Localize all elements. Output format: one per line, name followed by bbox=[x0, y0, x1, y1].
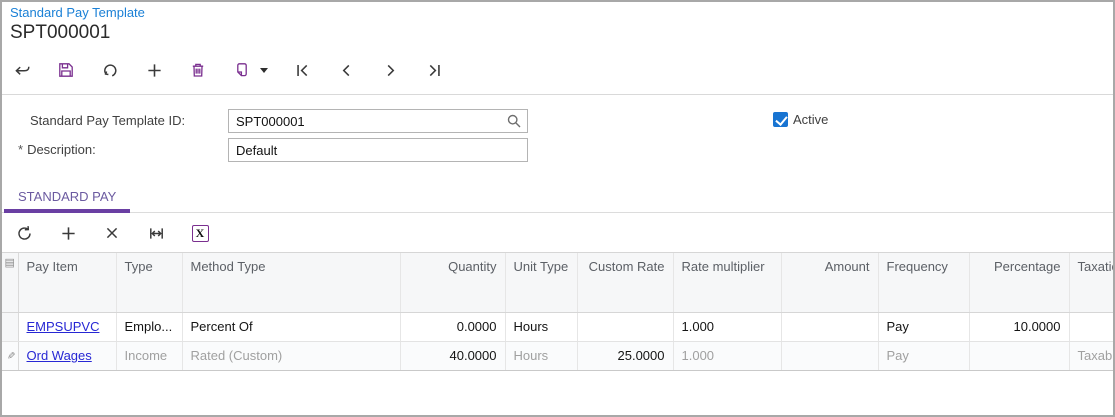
grid-cell-unit-type[interactable]: Hours bbox=[505, 341, 577, 370]
description-input[interactable] bbox=[228, 138, 528, 162]
grid-cell-rate-multiplier[interactable]: 1.000 bbox=[673, 341, 781, 370]
previous-record-button[interactable] bbox=[336, 60, 356, 80]
delete-record-button[interactable] bbox=[188, 60, 208, 80]
row-edit-pencil-icon: ✎ bbox=[4, 348, 15, 364]
undo-button[interactable] bbox=[100, 60, 120, 80]
standard-pay-template-window: Standard Pay Template SPT000001 Standard… bbox=[0, 0, 1115, 417]
clipboard-icon bbox=[233, 61, 251, 79]
page-header: Standard Pay Template SPT000001 bbox=[10, 4, 145, 45]
add-row-button[interactable] bbox=[57, 222, 79, 244]
refresh-button[interactable] bbox=[13, 222, 35, 244]
grid-cell-type[interactable]: Income bbox=[116, 341, 182, 370]
delete-row-button[interactable] bbox=[101, 222, 123, 244]
column-header-rate-multiplier[interactable]: Rate multiplier bbox=[673, 253, 781, 312]
grid-selector-header[interactable]: ▤ bbox=[2, 253, 18, 312]
next-record-button[interactable] bbox=[380, 60, 400, 80]
first-record-button[interactable] bbox=[292, 60, 312, 80]
grid-cell-type[interactable]: Emplo... bbox=[116, 312, 182, 341]
pay-item-link[interactable]: EMPSUPVC bbox=[27, 319, 100, 334]
grid-row: EMPSUPVC Emplo...Percent Of0.0000Hours 1.0… bbox=[2, 312, 1113, 341]
back-button[interactable] bbox=[12, 60, 32, 80]
plus-icon bbox=[145, 61, 164, 80]
next-record-icon bbox=[381, 61, 400, 80]
fit-to-screen-icon bbox=[147, 224, 166, 243]
grid-cell-quantity[interactable]: 0.0000 bbox=[400, 312, 505, 341]
add-row-plus-icon bbox=[59, 224, 78, 243]
save-icon bbox=[57, 61, 75, 79]
active-checkbox-field[interactable]: Active bbox=[773, 112, 828, 127]
column-header-frequency[interactable]: Frequency bbox=[878, 253, 969, 312]
column-header-unit-type[interactable]: Unit Type bbox=[505, 253, 577, 312]
grid-cell-custom-rate[interactable]: 25.0000 bbox=[577, 341, 673, 370]
grid-settings-icon: ▤ bbox=[2, 256, 18, 270]
screen-title-link[interactable]: Standard Pay Template bbox=[10, 4, 145, 21]
grid-cell-rate-multiplier[interactable]: 1.000 bbox=[673, 312, 781, 341]
template-id-input[interactable] bbox=[228, 109, 528, 133]
column-header-custom-rate[interactable]: Custom Rate bbox=[577, 253, 673, 312]
required-marker: * bbox=[18, 142, 23, 157]
toolbar-separator bbox=[2, 94, 1113, 95]
grid-cell-method-type[interactable]: Percent Of bbox=[182, 312, 400, 341]
undo-icon bbox=[101, 61, 120, 80]
column-header-method-type[interactable]: Method Type bbox=[182, 253, 400, 312]
refresh-icon bbox=[15, 224, 34, 243]
record-id: SPT000001 bbox=[10, 21, 145, 45]
record-nav-group bbox=[292, 60, 468, 80]
column-header-pay-item[interactable]: Pay Item bbox=[18, 253, 116, 312]
copy-paste-button[interactable] bbox=[232, 60, 252, 80]
last-record-button[interactable] bbox=[424, 60, 444, 80]
export-excel-icon: X bbox=[192, 225, 209, 242]
description-label: *Description: bbox=[18, 142, 96, 157]
back-icon bbox=[13, 61, 32, 80]
grid-cell-frequency[interactable]: Pay bbox=[878, 312, 969, 341]
tab-standard-pay[interactable]: STANDARD PAY bbox=[4, 180, 130, 213]
grid-cell-pay-item[interactable]: EMPSUPVC bbox=[18, 312, 116, 341]
grid-cell-quantity[interactable]: 40.0000 bbox=[400, 341, 505, 370]
grid-cell-amount[interactable] bbox=[781, 312, 878, 341]
add-record-button[interactable] bbox=[144, 60, 164, 80]
column-header-percentage[interactable]: Percentage bbox=[969, 253, 1069, 312]
fit-to-screen-button[interactable] bbox=[145, 222, 167, 244]
last-record-icon bbox=[425, 61, 444, 80]
pay-item-link[interactable]: Ord Wages bbox=[27, 348, 92, 363]
grid-row: ✎ Ord Wages IncomeRated (Custom)40.0000Hou… bbox=[2, 341, 1113, 370]
grid-cell-taxation[interactable]: Taxable bbox=[1069, 341, 1113, 370]
column-header-quantity[interactable]: Quantity bbox=[400, 253, 505, 312]
grid-cell-amount[interactable] bbox=[781, 341, 878, 370]
main-toolbar bbox=[4, 48, 468, 92]
delete-row-x-icon bbox=[103, 224, 121, 242]
grid-cell-percentage[interactable] bbox=[969, 341, 1069, 370]
row-selector[interactable] bbox=[2, 312, 18, 341]
export-to-excel-button[interactable]: X bbox=[189, 222, 211, 244]
save-button[interactable] bbox=[56, 60, 76, 80]
template-id-label: Standard Pay Template ID: bbox=[30, 113, 185, 128]
tab-bar: STANDARD PAY bbox=[2, 180, 1113, 213]
row-selector[interactable]: ✎ bbox=[2, 341, 18, 370]
column-header-amount[interactable]: Amount bbox=[781, 253, 878, 312]
first-record-icon bbox=[293, 61, 312, 80]
template-id-lookup-button[interactable] bbox=[503, 111, 525, 131]
grid-cell-taxation[interactable] bbox=[1069, 312, 1113, 341]
previous-record-icon bbox=[337, 61, 356, 80]
grid-toolbar: X bbox=[4, 214, 233, 252]
grid-cell-percentage[interactable]: 10.0000 bbox=[969, 312, 1069, 341]
search-icon bbox=[506, 113, 522, 129]
grid-cell-custom-rate[interactable] bbox=[577, 312, 673, 341]
grid-cell-frequency[interactable]: Pay bbox=[878, 341, 969, 370]
form-area: Standard Pay Template ID: Active *Descri… bbox=[2, 102, 1113, 174]
trash-icon bbox=[189, 61, 207, 79]
column-header-taxation[interactable]: Taxation bbox=[1069, 253, 1113, 312]
standard-pay-grid: ▤Pay ItemTypeMethod TypeQuantityUnit Typ… bbox=[2, 252, 1113, 371]
grid-cell-method-type[interactable]: Rated (Custom) bbox=[182, 341, 400, 370]
grid-cell-pay-item[interactable]: Ord Wages bbox=[18, 341, 116, 370]
copy-paste-dropdown-caret-icon[interactable] bbox=[260, 68, 268, 73]
column-header-type[interactable]: Type bbox=[116, 253, 182, 312]
grid-cell-unit-type[interactable]: Hours bbox=[505, 312, 577, 341]
active-checkbox-label: Active bbox=[793, 112, 828, 127]
active-checkbox[interactable] bbox=[773, 112, 788, 127]
